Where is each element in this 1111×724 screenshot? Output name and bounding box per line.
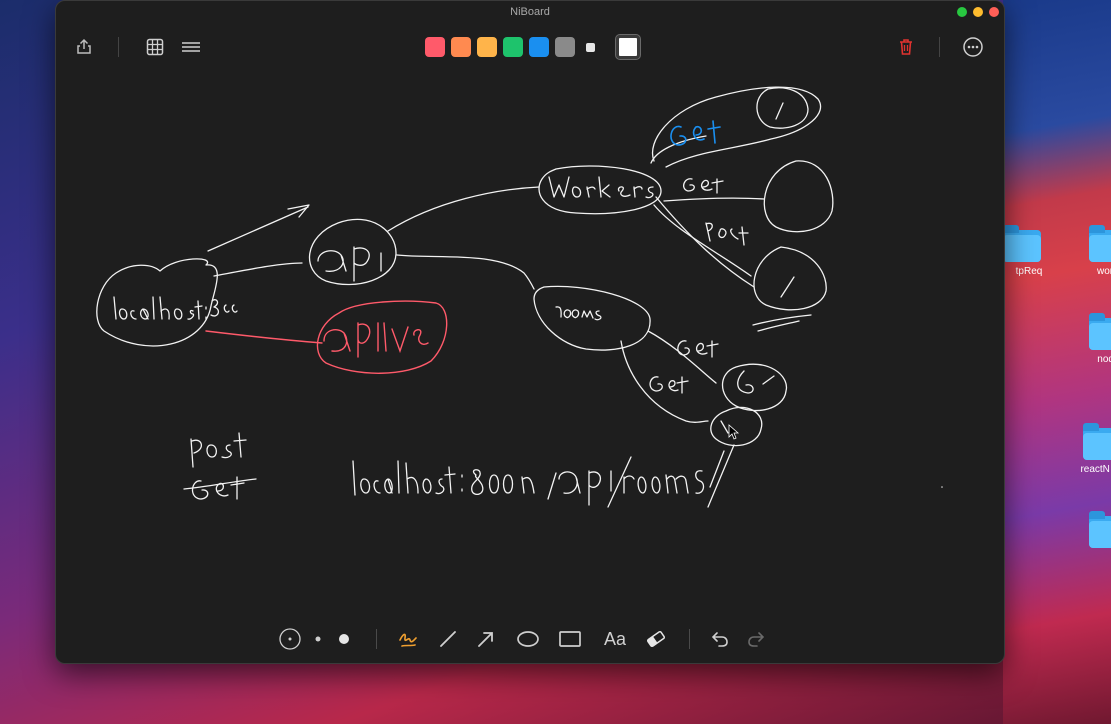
zoom-button[interactable] <box>957 7 967 17</box>
sketch-edge <box>387 186 540 232</box>
trash-icon[interactable] <box>894 35 918 59</box>
stroke-medium-button[interactable] <box>304 625 332 653</box>
color-swatch-blue[interactable] <box>529 37 549 57</box>
drawing-canvas[interactable] <box>56 63 1004 623</box>
sketch-text-get <box>682 178 724 194</box>
sketch-node-api <box>308 218 397 286</box>
sketch-edge <box>647 330 717 384</box>
rectangle-tool-icon[interactable] <box>556 625 584 653</box>
sketch-node-rooms <box>533 285 651 351</box>
folder-icon <box>1089 225 1111 262</box>
sketch-text-get-struck <box>191 476 245 500</box>
folder-icon <box>1083 423 1111 460</box>
stroke-thick-button[interactable] <box>330 625 358 653</box>
more-options-icon[interactable] <box>961 35 985 59</box>
color-swatch-orange[interactable] <box>451 37 471 57</box>
desktop-folder[interactable]: worker <box>1078 225 1111 277</box>
folder-icon <box>1089 313 1111 350</box>
color-swatch-red[interactable] <box>425 37 445 57</box>
sketch-edge <box>396 254 535 290</box>
arrow-tool-icon[interactable] <box>472 625 500 653</box>
pen-tool-icon[interactable] <box>394 625 422 653</box>
minimize-button[interactable] <box>973 7 983 17</box>
toolbar-divider <box>689 629 690 649</box>
sketch-text-api-url <box>558 470 612 506</box>
toolbar-divider <box>376 629 377 649</box>
sketch-text-api-red <box>323 322 429 358</box>
text-tool-button[interactable]: Aa <box>598 625 632 653</box>
desktop-folder[interactable]: reactN mas <box>1072 423 1111 475</box>
window-title: NiBoard <box>510 6 550 18</box>
sketch-edge <box>653 204 752 277</box>
color-swatch-white-selected[interactable] <box>615 34 641 60</box>
sketch-text-url <box>352 460 535 496</box>
color-swatch-white-small[interactable] <box>586 43 595 52</box>
sketch-node-slash <box>756 87 809 129</box>
sketch-edge <box>213 262 303 277</box>
sketch-text-post <box>705 222 749 246</box>
sketch-text-get <box>677 340 719 358</box>
sketch-slash <box>709 450 725 488</box>
line-tool-icon[interactable] <box>434 625 462 653</box>
sketch-node-post <box>753 246 827 311</box>
toolbar-divider <box>939 37 940 57</box>
sketch-text-get <box>649 376 689 394</box>
sketch-node-id <box>763 160 834 233</box>
toolbar-divider <box>118 37 119 57</box>
sketch-text-workers <box>548 176 654 199</box>
sketch-text-rooms <box>555 306 602 321</box>
sketch-edge-red <box>205 330 323 344</box>
undo-icon[interactable] <box>706 625 734 653</box>
folder-icon <box>1089 511 1111 548</box>
desktop-folder[interactable]: nodejs <box>1078 313 1111 365</box>
color-swatch-yellow[interactable] <box>477 37 497 57</box>
sketch-edge <box>655 196 755 288</box>
sketch-text-api <box>317 246 382 282</box>
sketch-node-rooms-id <box>721 363 788 412</box>
sketch-slash <box>547 472 557 500</box>
desktop-folder[interactable]: te <box>1078 511 1111 563</box>
sketch-text-rooms-url <box>623 470 705 494</box>
color-swatch-green[interactable] <box>503 37 523 57</box>
cursor-icon <box>728 424 740 440</box>
ellipse-tool-icon[interactable] <box>514 625 542 653</box>
niboard-window: NiBoard Aa <box>55 0 1005 664</box>
eraser-tool-icon[interactable] <box>642 625 670 653</box>
stroke-thin-button[interactable] <box>276 625 304 653</box>
share-icon[interactable] <box>72 35 96 59</box>
sketch-edge <box>620 340 709 423</box>
sketch-text-localhost <box>113 296 238 320</box>
sketch-edge <box>663 197 765 202</box>
lines-icon[interactable] <box>179 35 203 59</box>
folder-icon <box>1003 225 1041 262</box>
sketch-arrow <box>207 204 310 252</box>
redo-icon[interactable] <box>742 625 770 653</box>
grid-icon[interactable] <box>143 35 167 59</box>
close-button[interactable] <box>989 7 999 17</box>
color-swatch-gray[interactable] <box>555 37 575 57</box>
sketch-text-get-blue <box>670 120 721 146</box>
sketch-node-rooms-slash <box>710 406 763 447</box>
sketch-node-api-red <box>316 300 448 374</box>
sketch-text-post <box>190 432 247 468</box>
